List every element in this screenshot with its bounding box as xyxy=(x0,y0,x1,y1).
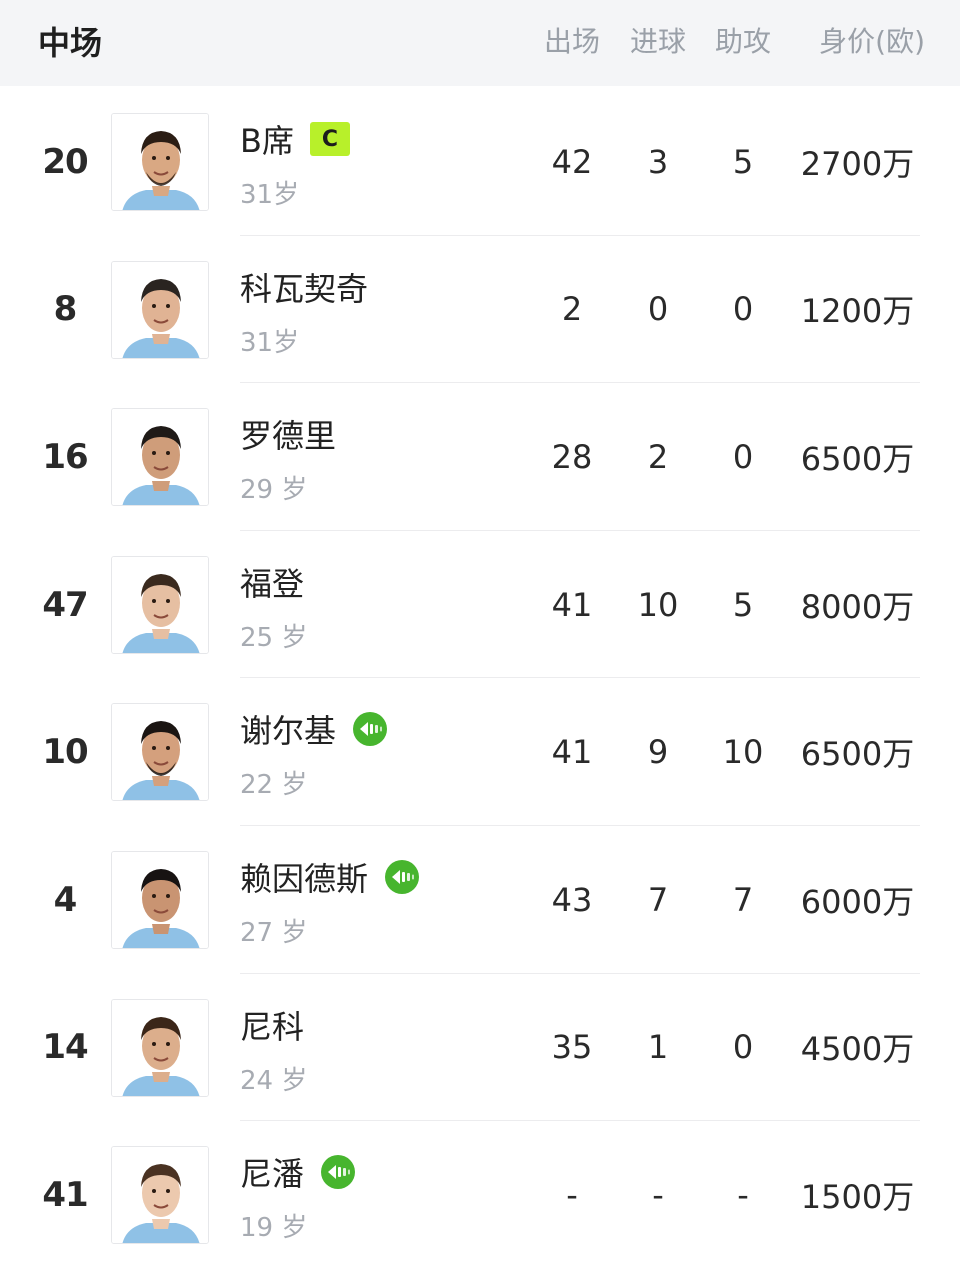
assists-value: 10 xyxy=(722,733,764,772)
player-name-line: B席 C xyxy=(240,118,350,160)
assists-value: 0 xyxy=(732,437,754,476)
section-header: 中场 出场 进球 助攻 身价(欧) xyxy=(0,0,960,86)
section-title: 中场 xyxy=(38,24,103,62)
player-name[interactable]: 尼科 xyxy=(240,1002,304,1048)
player-name-line: 福登 xyxy=(240,561,304,603)
appearances-value: 41 xyxy=(551,585,593,624)
jersey-number: 8 xyxy=(53,289,78,330)
appearances-value: 35 xyxy=(551,1028,593,1067)
appearances-value: 2 xyxy=(561,290,583,329)
new-arrival-icon xyxy=(384,859,420,895)
market-value: 6500万 xyxy=(800,735,915,774)
assists-value: 0 xyxy=(732,290,754,329)
player-row[interactable]: 20 B席 C 31岁 42 3 5 2700万 xyxy=(0,88,960,236)
new-arrival-icon xyxy=(320,1154,356,1190)
goals-value: 0 xyxy=(647,290,669,329)
assists-value: 5 xyxy=(732,585,754,624)
player-avatar[interactable] xyxy=(111,113,209,211)
player-name[interactable]: 谢尔基 xyxy=(240,706,336,752)
player-age: 19 岁 xyxy=(240,1213,308,1244)
player-name-line: 罗德里 xyxy=(240,413,336,455)
assists-value: 0 xyxy=(732,1028,754,1067)
player-name-line: 科瓦契奇 xyxy=(240,266,368,308)
appearances-value: 28 xyxy=(551,437,593,476)
goals-value: - xyxy=(652,1175,664,1214)
player-name[interactable]: 赖因德斯 xyxy=(240,854,368,900)
goals-value: 10 xyxy=(637,585,679,624)
column-header-goals[interactable]: 进球 xyxy=(618,20,698,60)
player-age: 31岁 xyxy=(240,180,300,210)
player-age: 27 岁 xyxy=(240,918,308,948)
jersey-number: 47 xyxy=(42,584,88,625)
market-value: 6000万 xyxy=(800,882,915,921)
player-avatar[interactable] xyxy=(111,703,209,802)
player-age: 25 岁 xyxy=(240,622,308,653)
column-header-market-value[interactable]: 身价(欧) xyxy=(790,20,925,60)
player-avatar[interactable] xyxy=(111,851,209,949)
player-age: 24 岁 xyxy=(240,1065,308,1096)
goals-value: 1 xyxy=(647,1028,669,1067)
player-name-line: 赖因德斯 xyxy=(240,856,420,898)
player-avatar[interactable] xyxy=(111,260,209,359)
player-name-line: 谢尔基 xyxy=(240,708,388,750)
player-name[interactable]: B席 xyxy=(240,116,294,162)
player-name-line: 尼潘 xyxy=(240,1151,356,1193)
player-name[interactable]: 尼潘 xyxy=(240,1149,304,1195)
player-avatar[interactable] xyxy=(111,555,209,654)
player-name[interactable]: 罗德里 xyxy=(240,411,336,457)
player-row[interactable]: 4 赖因德斯 27 岁 43 7 7 6000万 xyxy=(0,826,960,974)
player-row[interactable]: 16 罗德里 29 岁 28 2 0 6500万 xyxy=(0,383,960,531)
jersey-number: 4 xyxy=(53,879,78,920)
goals-value: 3 xyxy=(647,142,669,181)
goals-value: 9 xyxy=(647,733,669,772)
jersey-number: 41 xyxy=(42,1174,88,1215)
player-row[interactable]: 10 谢尔基 22 岁 41 9 10 6500万 xyxy=(0,678,960,826)
player-row[interactable]: 47 福登 25 岁 41 10 5 8000万 xyxy=(0,531,960,679)
jersey-number: 16 xyxy=(42,436,88,477)
goals-value: 2 xyxy=(647,437,669,476)
column-header-assists[interactable]: 助攻 xyxy=(703,20,783,60)
player-name[interactable]: 科瓦契奇 xyxy=(240,264,368,310)
market-value: 8000万 xyxy=(800,587,915,626)
market-value: 4500万 xyxy=(800,1030,915,1069)
assists-value: 5 xyxy=(732,142,754,181)
player-name-line: 尼科 xyxy=(240,1004,304,1046)
player-row[interactable]: 41 尼潘 19 岁 - - - 1500万 xyxy=(0,1121,960,1261)
goals-value: 7 xyxy=(647,880,669,919)
player-age: 22 岁 xyxy=(240,770,308,801)
captain-badge: C xyxy=(309,122,350,156)
player-name[interactable]: 福登 xyxy=(240,559,304,605)
market-value: 1500万 xyxy=(800,1177,915,1216)
player-age: 29 岁 xyxy=(240,475,308,506)
market-value: 1200万 xyxy=(800,292,915,331)
player-avatar[interactable] xyxy=(111,998,209,1097)
appearances-value: 42 xyxy=(551,142,593,181)
appearances-value: - xyxy=(566,1175,578,1214)
jersey-number: 20 xyxy=(42,141,88,182)
jersey-number: 10 xyxy=(42,732,88,773)
player-row[interactable]: 14 尼科 24 岁 35 1 0 4500万 xyxy=(0,974,960,1122)
assists-value: - xyxy=(737,1175,749,1214)
player-avatar[interactable] xyxy=(111,408,209,507)
player-row[interactable]: 8 科瓦契奇 31岁 2 0 0 1200万 xyxy=(0,236,960,384)
appearances-value: 41 xyxy=(551,733,593,772)
appearances-value: 43 xyxy=(551,880,593,919)
market-value: 6500万 xyxy=(800,439,915,478)
player-age: 31岁 xyxy=(240,327,300,358)
new-arrival-icon xyxy=(352,711,388,747)
column-header-appearances[interactable]: 出场 xyxy=(532,20,612,60)
assists-value: 7 xyxy=(732,880,754,919)
jersey-number: 14 xyxy=(42,1027,88,1068)
player-avatar[interactable] xyxy=(111,1146,209,1245)
market-value: 2700万 xyxy=(800,144,915,183)
